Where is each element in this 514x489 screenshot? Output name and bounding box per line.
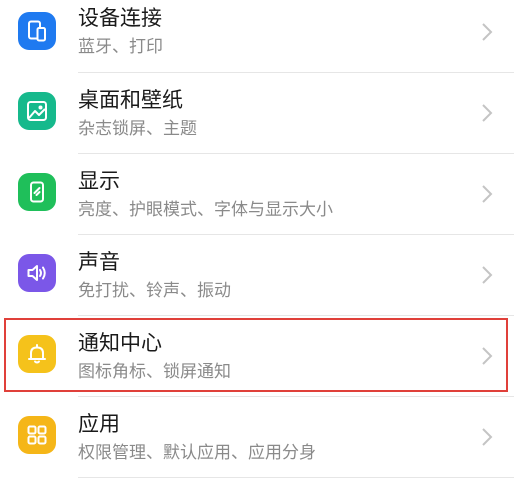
wallpaper-icon (18, 92, 56, 130)
divider (78, 477, 514, 478)
chevron-right-icon (480, 102, 494, 124)
settings-item-title: 桌面和壁纸 (78, 88, 183, 112)
settings-item-subtitle: 免打扰、铃声、振动 (78, 281, 231, 301)
settings-item-wallpaper[interactable]: 桌面和壁纸 杂志锁屏、主题 (0, 73, 514, 153)
settings-item-sound[interactable]: 声音 免打扰、铃声、振动 (0, 235, 514, 315)
settings-item-subtitle: 蓝牙、打印 (78, 37, 163, 57)
chevron-right-icon (480, 21, 494, 43)
settings-item-title: 声音 (78, 250, 120, 274)
settings-item-title: 显示 (78, 169, 120, 193)
settings-item-subtitle: 亮度、护眼模式、字体与显示大小 (78, 200, 333, 220)
settings-item-subtitle: 杂志锁屏、主题 (78, 119, 197, 139)
settings-item-title: 设备连接 (78, 6, 162, 30)
sound-icon (18, 254, 56, 292)
display-icon (18, 173, 56, 211)
settings-item-apps[interactable]: 应用 权限管理、默认应用、应用分身 (0, 397, 514, 477)
settings-item-device-connection[interactable]: 设备连接 蓝牙、打印 (0, 0, 514, 72)
apps-icon (18, 416, 56, 454)
chevron-right-icon (480, 183, 494, 205)
settings-list: 设备连接 蓝牙、打印 桌面和壁纸 杂志锁屏、主题 显示 亮度、护眼模式、字体与显… (0, 0, 514, 489)
settings-item-display[interactable]: 显示 亮度、护眼模式、字体与显示大小 (0, 154, 514, 234)
chevron-right-icon (480, 426, 494, 448)
device-connection-icon (18, 12, 56, 50)
settings-item-subtitle: 权限管理、默认应用、应用分身 (78, 443, 316, 463)
settings-item-title: 应用 (78, 412, 120, 436)
highlight-box (4, 318, 508, 392)
chevron-right-icon (480, 264, 494, 286)
